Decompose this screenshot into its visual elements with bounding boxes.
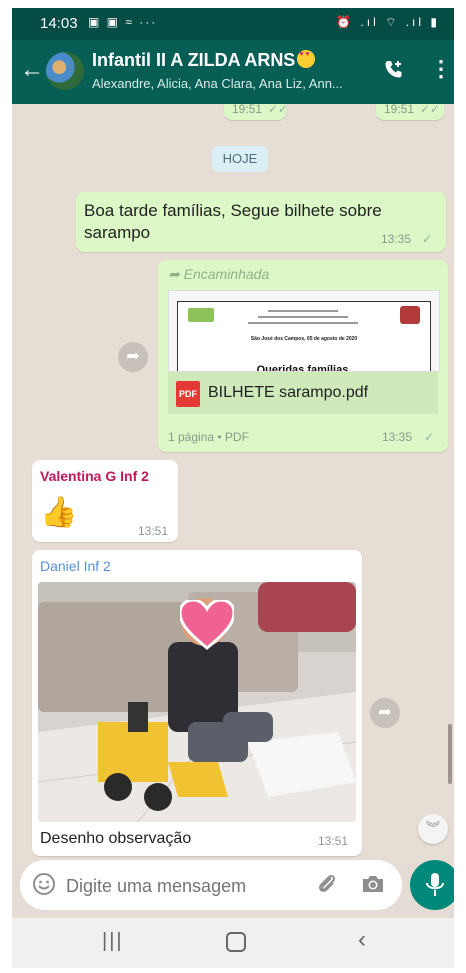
microphone-icon (425, 872, 445, 903)
doc-date-line: São José dos Campos, 05 de agosto de 202… (250, 336, 358, 342)
status-time: 14:03 (40, 15, 78, 32)
read-tick-icon: ✓✓ (268, 104, 289, 116)
group-title-text: Infantil II A ZILDA ARNS (92, 50, 296, 70)
sent-tick-icon: ✓ (422, 232, 433, 246)
notification-icons: ▣ ▣ ≈ ··· (88, 15, 158, 29)
message-time: 19:51 (384, 104, 415, 116)
outgoing-message[interactable]: Boa tarde famílias, Segue bilhete sobre … (76, 192, 446, 252)
sender-name[interactable]: Valentina G Inf 2 (40, 468, 149, 484)
group-avatar[interactable] (46, 52, 84, 90)
doc-text-line (248, 322, 358, 324)
document-preview[interactable]: São José dos Campos, 05 de agosto de 202… (168, 290, 440, 372)
message-input[interactable] (64, 870, 308, 902)
heart-sticker-icon (178, 598, 236, 650)
incoming-photo-message[interactable]: Daniel Inf 2 Desenho observação 13:51 (32, 550, 362, 856)
document-file-info: 1 página • PDF (168, 430, 249, 444)
pdf-file-icon: PDF (176, 381, 200, 407)
back-nav-icon[interactable]: ‹ (358, 926, 366, 954)
message-time: 19:51 (232, 104, 263, 116)
document-file-name: BILHETE sarampo.pdf (208, 384, 369, 401)
city-crest (400, 306, 420, 324)
message-text: Boa tarde famílias, Segue bilhete sobre … (84, 201, 382, 242)
message-time: 13:51 (138, 524, 169, 538)
add-call-icon[interactable] (382, 58, 406, 88)
chat-header: ← Infantil II A ZILDA ARNS Alexandre, Al… (12, 40, 454, 104)
scroll-down-icon[interactable]: ︾ (418, 814, 448, 844)
sender-name[interactable]: Daniel Inf 2 (40, 558, 111, 574)
previous-message-bubble[interactable]: 19:51 ✓✓ (376, 104, 444, 120)
date-chip: HOJE (212, 146, 268, 172)
attach-paperclip-icon[interactable] (316, 872, 338, 902)
document-page: São José dos Campos, 05 de agosto de 202… (177, 301, 431, 372)
voice-message-button[interactable] (410, 860, 454, 910)
forwarded-arrow-icon: ➦ (168, 266, 180, 282)
home-icon[interactable] (226, 932, 246, 952)
phone-screen: 14:03 ▣ ▣ ≈ ··· ⏰ .ıl ⌔ .ıl ▮ ← Infantil… (12, 8, 454, 968)
photo-caption: Desenho observação (40, 830, 192, 847)
camera-icon[interactable] (360, 872, 386, 901)
group-participants: Alexandre, Alicia, Ana Clara, Ana Liz, A… (92, 76, 343, 91)
forwarded-label: ➦ Encaminhada (168, 266, 269, 283)
message-time: 13:35 (382, 430, 413, 444)
back-arrow-icon[interactable]: ← (20, 56, 44, 84)
message-composer[interactable] (20, 860, 402, 910)
status-bar: 14:03 ▣ ▣ ≈ ··· ⏰ .ıl ⌔ .ıl ▮ (12, 8, 454, 40)
document-file-row[interactable]: PDF BILHETE sarampo.pdf (168, 372, 438, 414)
scrollbar-thumb[interactable] (448, 724, 452, 784)
heart-eyes-emoji-icon (297, 50, 316, 68)
emoji-icon[interactable] (32, 872, 56, 896)
doc-text-line (268, 310, 338, 312)
doc-greeting: Queridas famílias, (256, 364, 352, 372)
system-navigation-bar: ||| ‹ (12, 918, 454, 968)
message-time: 13:35 (381, 232, 412, 246)
system-status-icons: ⏰ .ıl ⌔ .ıl ▮ (336, 15, 440, 29)
previous-message-bubble[interactable]: 19:51 ✓✓ (224, 104, 289, 120)
forward-icon[interactable]: ➦ (370, 698, 400, 728)
forward-icon[interactable]: ➦ (118, 342, 148, 372)
recent-apps-icon[interactable]: ||| (102, 930, 124, 953)
thumbs-up-emoji-icon: 👍 (40, 496, 78, 529)
group-title[interactable]: Infantil II A ZILDA ARNS (92, 50, 316, 71)
forwarded-label-text: Encaminhada (183, 266, 270, 282)
outgoing-document-message[interactable]: ➦ Encaminhada São José dos Campos, 05 de… (158, 260, 448, 452)
read-tick-icon: ✓✓ (420, 104, 441, 116)
message-photo[interactable] (38, 582, 356, 822)
sent-tick-icon: ✓ (424, 430, 435, 444)
incoming-message[interactable]: Valentina G Inf 2 👍 13:51 (32, 460, 178, 542)
doc-text-line (258, 316, 348, 318)
message-time: 13:51 (318, 834, 349, 848)
chat-area[interactable]: 19:51 ✓✓ 19:51 ✓✓ HOJE Boa tarde família… (12, 104, 454, 864)
more-options-icon[interactable]: ⋮ (430, 56, 452, 82)
school-logo (188, 308, 214, 322)
